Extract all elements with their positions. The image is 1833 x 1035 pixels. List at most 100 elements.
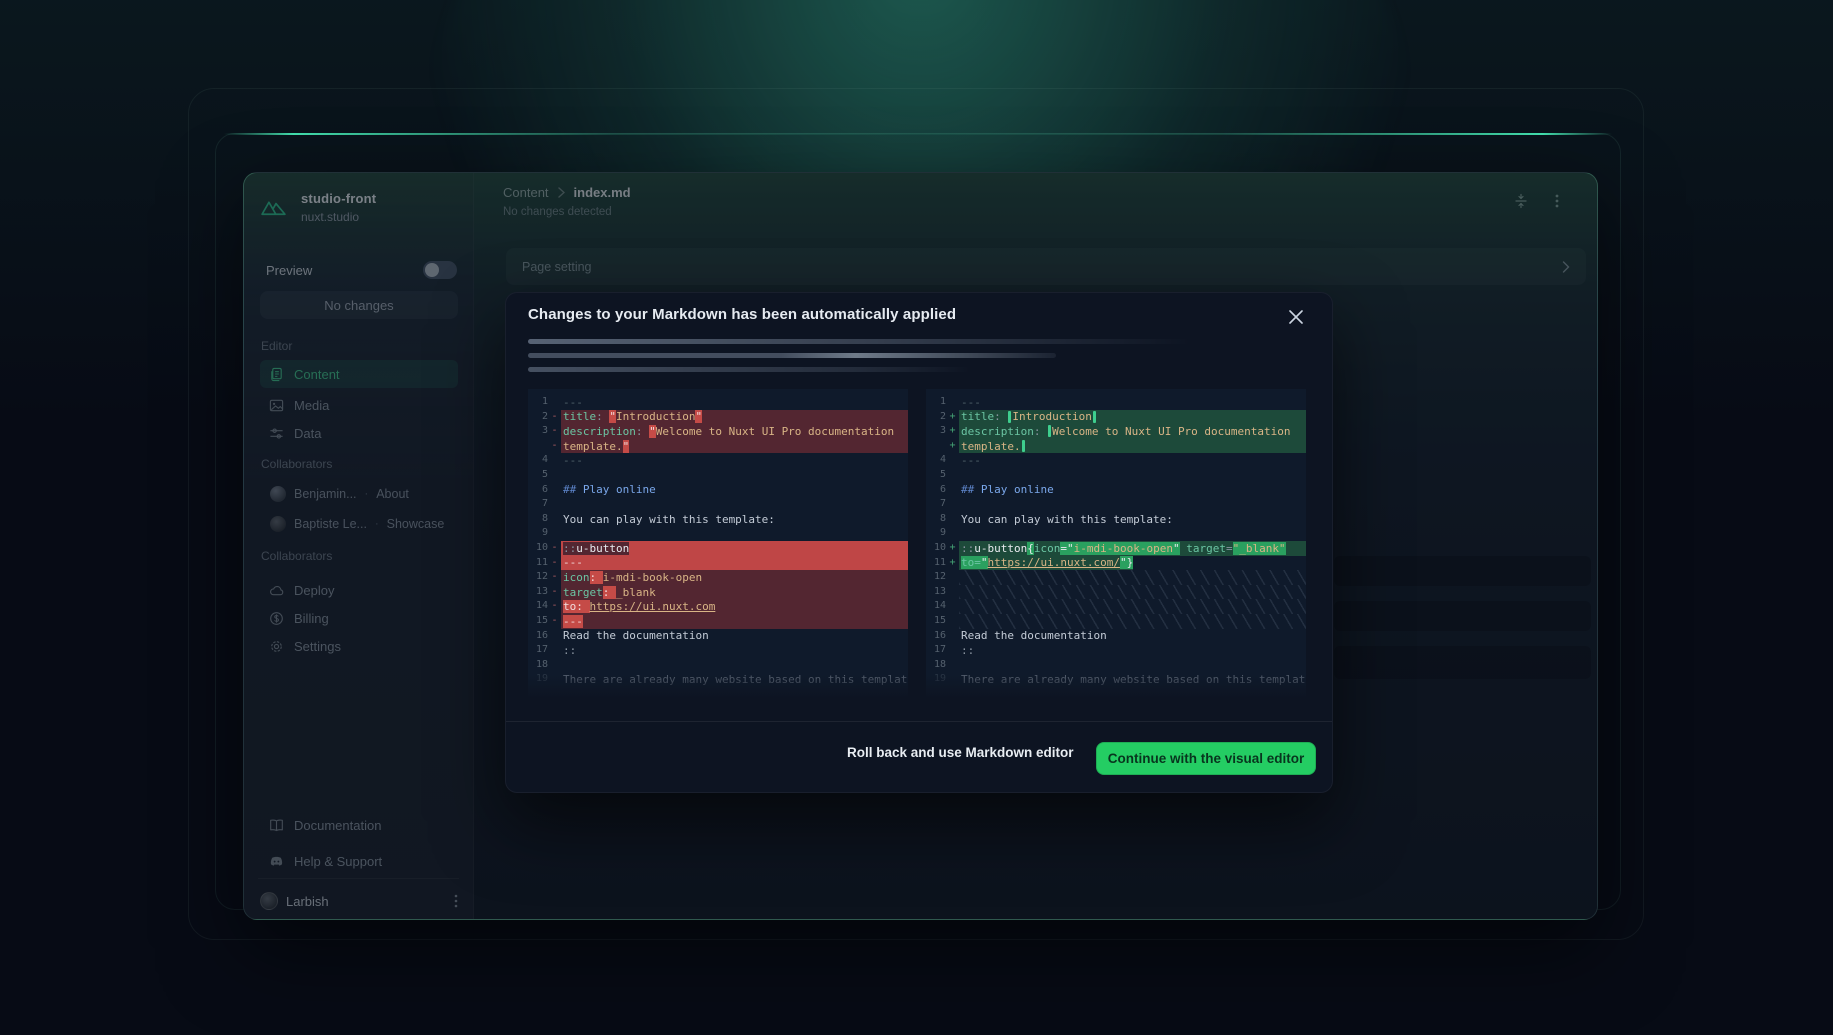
diff-marker: - xyxy=(548,439,561,454)
line-number xyxy=(528,439,548,454)
markdown-changes-modal: Changes to your Markdown has been automa… xyxy=(505,292,1333,793)
diff-marker xyxy=(548,658,561,673)
continue-visual-editor-button[interactable]: Continue with the visual editor xyxy=(1096,742,1316,775)
skeleton-line xyxy=(528,367,970,372)
line-number: 6 xyxy=(528,483,548,498)
page: studio-front nuxt.studio Preview No chan… xyxy=(0,0,1833,1035)
line-number: 2 xyxy=(528,410,548,425)
diff-panel-original[interactable]: 1---2-title: "Introduction"3-description… xyxy=(528,389,908,701)
code-cell: Read the documentation xyxy=(959,629,1306,644)
code-cell: ::u-button xyxy=(561,541,908,556)
line-number: 14 xyxy=(528,599,548,614)
code-cell: You can play with this template: xyxy=(959,512,1306,527)
line-number: 3 xyxy=(528,424,548,439)
diff-marker xyxy=(946,497,959,512)
code-cell xyxy=(561,497,908,512)
line-number: 18 xyxy=(528,658,548,673)
diff-line: 18 xyxy=(528,658,908,673)
diff-marker xyxy=(946,643,959,658)
diff-line: 16Read the documentation xyxy=(528,629,908,644)
skeleton-line xyxy=(528,353,1056,358)
line-number: 5 xyxy=(926,468,946,483)
diff-line: 19There are already many website based o… xyxy=(528,672,908,687)
diff-marker xyxy=(946,526,959,541)
rollback-button[interactable]: Roll back and use Markdown editor xyxy=(847,745,1074,760)
diff-line: 9 xyxy=(926,526,1306,541)
diff-marker: + xyxy=(946,541,959,556)
diff-line: 17:: xyxy=(528,643,908,658)
diff-marker: - xyxy=(548,424,561,439)
diff-marker: + xyxy=(946,439,959,454)
diff-marker xyxy=(548,629,561,644)
diff-line: 4 --- xyxy=(528,453,908,468)
diff-marker: + xyxy=(946,410,959,425)
diff-marker xyxy=(548,483,561,498)
code-cell: icon: i-mdi-book-open xyxy=(561,570,908,585)
code-cell xyxy=(959,526,1306,541)
modal-title: Changes to your Markdown has been automa… xyxy=(528,306,956,323)
line-number: 15 xyxy=(926,614,946,629)
line-number: 7 xyxy=(926,497,946,512)
diff-line: 3+description: Welcome to Nuxt UI Pro do… xyxy=(926,424,1306,439)
diff-line: 14 xyxy=(926,599,1306,614)
diff-line: 11---- xyxy=(528,556,908,571)
diff-line: 4--- xyxy=(926,453,1306,468)
diff-line: 8 You can play with this template: xyxy=(926,512,1306,527)
line-number: 2 xyxy=(926,410,946,425)
code-cell: to="https://ui.nuxt.com/"} xyxy=(959,556,1306,571)
diff-line: 12 xyxy=(926,570,1306,585)
line-number: 19 xyxy=(926,672,946,687)
diff-marker xyxy=(548,497,561,512)
line-number: 9 xyxy=(926,526,946,541)
code-cell xyxy=(959,585,1306,600)
diff-line: 3-description: "Welcome to Nuxt UI Pro d… xyxy=(528,424,908,439)
diff-marker xyxy=(946,629,959,644)
diff-line: 10-::u-button xyxy=(528,541,908,556)
code-cell: --- xyxy=(561,614,908,629)
diff-marker xyxy=(548,526,561,541)
code-cell: ## Play online xyxy=(959,483,1306,498)
diff-line: 7 xyxy=(926,497,1306,512)
diff-marker xyxy=(946,483,959,498)
line-number: 6 xyxy=(926,483,946,498)
diff-marker xyxy=(548,468,561,483)
diff-line: 14-to: https://ui.nuxt.com xyxy=(528,599,908,614)
diff-marker xyxy=(946,585,959,600)
diff-line: +template. xyxy=(926,439,1306,454)
line-number: 8 xyxy=(926,512,946,527)
line-number: 16 xyxy=(528,629,548,644)
code-cell xyxy=(959,570,1306,585)
diff-line: 8You can play with this template: xyxy=(528,512,908,527)
code-cell: target: _blank xyxy=(561,585,908,600)
line-number xyxy=(926,439,946,454)
diff-line: 5 xyxy=(926,468,1306,483)
diff-marker: - xyxy=(548,614,561,629)
code-cell: :: xyxy=(959,643,1306,658)
line-number: 17 xyxy=(926,643,946,658)
diff-line: 1--- xyxy=(528,395,908,410)
line-number: 11 xyxy=(926,556,946,571)
diff-marker xyxy=(548,453,561,468)
diff-line: 12-icon: i-mdi-book-open xyxy=(528,570,908,585)
diff-panel-modified[interactable]: 1---2+title: Introduction3+description: … xyxy=(926,389,1306,701)
diff-marker xyxy=(946,672,959,687)
code-cell: There are already many website based on … xyxy=(959,672,1306,687)
code-cell: --- xyxy=(561,453,908,468)
diff-marker: + xyxy=(946,556,959,571)
line-number: 12 xyxy=(528,570,548,585)
diff-line: 17:: xyxy=(926,643,1306,658)
line-number: 9 xyxy=(528,526,548,541)
close-icon[interactable] xyxy=(1286,307,1306,327)
diff-line: 19 There are already many website based o… xyxy=(926,672,1306,687)
line-number: 4 xyxy=(528,453,548,468)
diff-line: -template." xyxy=(528,439,908,454)
code-cell xyxy=(959,497,1306,512)
diff-marker: - xyxy=(548,410,561,425)
diff-marker xyxy=(946,453,959,468)
diff-line: 15 xyxy=(926,614,1306,629)
diff-marker xyxy=(548,672,561,687)
diff-line: 6 ## Play online xyxy=(926,483,1306,498)
line-number: 3 xyxy=(926,424,946,439)
diff-line: 1--- xyxy=(926,395,1306,410)
code-cell: --- xyxy=(959,395,1306,410)
